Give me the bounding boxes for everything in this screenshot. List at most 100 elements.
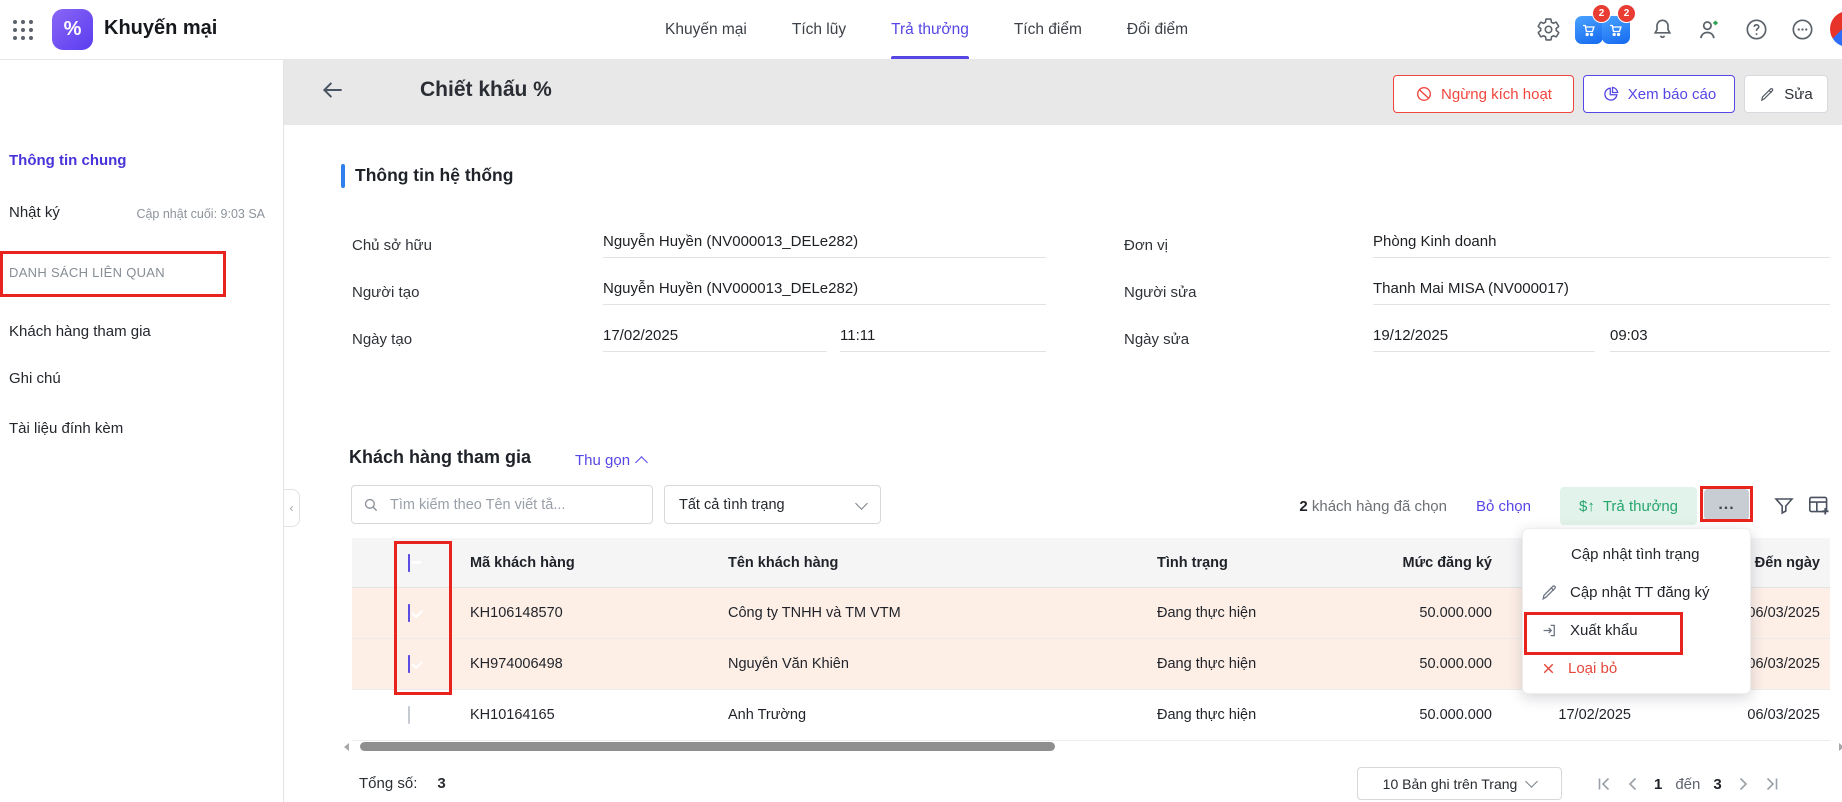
sidebar-item-attachments[interactable]: Tài liệu đính kèm: [9, 420, 123, 437]
total-value: 3: [437, 775, 445, 792]
total-row: Tổng số: 3: [359, 775, 446, 792]
row-checkbox[interactable]: [408, 604, 410, 622]
app-logo: %: [52, 9, 93, 50]
cell-status: Đang thực hiện: [1145, 707, 1330, 723]
back-arrow-icon[interactable]: [320, 77, 346, 103]
notification-bell-icon[interactable]: [1650, 17, 1676, 43]
ban-icon: [1415, 85, 1433, 103]
owner-value: Nguyễn Huyền (NV000013_DELe282): [603, 233, 1046, 258]
modifier-label: Người sửa: [1124, 284, 1196, 301]
first-page-icon[interactable]: [1596, 776, 1612, 792]
search-input[interactable]: [388, 496, 642, 514]
pagination: 1 đến 3: [1596, 769, 1780, 799]
settings-gear-icon[interactable]: [1536, 17, 1562, 43]
menu-item-update-registration[interactable]: Cập nhật TT đăng ký: [1523, 573, 1750, 611]
total-label: Tổng số:: [359, 775, 417, 792]
menu-item-export[interactable]: Xuất khẩu: [1523, 611, 1750, 649]
next-page-icon[interactable]: [1735, 776, 1751, 792]
customer-search: [351, 485, 653, 524]
status-filter-dropdown[interactable]: Tất cả tình trạng: [664, 485, 881, 524]
menu-item-remove[interactable]: Loại bỏ: [1523, 649, 1750, 687]
modifier-value: Thanh Mai MISA (NV000017): [1373, 280, 1830, 305]
filter-funnel-icon[interactable]: [1772, 494, 1796, 518]
section-accent-bar: [341, 164, 345, 188]
cell-status: Đang thực hiện: [1145, 656, 1330, 672]
app-title: Khuyến mại: [104, 17, 217, 40]
search-icon: [362, 496, 380, 514]
table-columns-icon[interactable]: [1806, 492, 1832, 518]
sidebar: Thông tin chung Nhật ký Cập nhật cuối: 9…: [0, 60, 284, 802]
modified-date-label: Ngày sửa: [1124, 331, 1189, 348]
cell-name: Nguyễn Văn Khiên: [718, 656, 1145, 672]
dollar-up-icon: $↑: [1579, 498, 1595, 515]
cell-amount: 50.000.000: [1330, 605, 1502, 621]
creator-value: Nguyễn Huyền (NV000013_DELe282): [603, 280, 1046, 305]
add-user-icon[interactable]: [1696, 17, 1722, 43]
help-icon[interactable]: [1744, 17, 1770, 43]
pay-reward-button[interactable]: $↑ Trả thưởng: [1560, 487, 1697, 525]
page-range-to: 3: [1713, 776, 1721, 793]
select-all-checkbox[interactable]: [408, 554, 410, 572]
app-launcher-grid-icon[interactable]: [10, 17, 36, 43]
horizontal-scrollbar[interactable]: [352, 742, 1836, 751]
customers-section-title: Khách hàng tham gia: [349, 447, 531, 468]
created-date-value: 17/02/2025: [603, 327, 827, 352]
sidebar-item-customers[interactable]: Khách hàng tham gia: [9, 323, 151, 340]
unit-value: Phòng Kinh doanh: [1373, 233, 1830, 258]
tab-khuyen-mai[interactable]: Khuyến mại: [665, 0, 747, 59]
export-icon: [1540, 621, 1559, 640]
prev-page-icon[interactable]: [1625, 776, 1641, 792]
view-report-button[interactable]: Xem báo cáo: [1583, 75, 1735, 113]
scroll-left-arrow-icon[interactable]: [344, 743, 349, 751]
topbar: % Khuyến mại Khuyến mại Tích lũy Trả thư…: [0, 0, 1842, 60]
cell-name: Công ty TNHH và TM VTM: [718, 605, 1145, 621]
more-options-icon[interactable]: [1790, 17, 1816, 43]
cell-to-date: 06/03/2025: [1641, 707, 1830, 723]
row-checkbox[interactable]: [408, 655, 410, 673]
selected-count-text: 2 khách hàng đã chọn: [1299, 498, 1447, 515]
page-range-from: 1: [1654, 776, 1662, 793]
col-header-amount: Mức đăng ký: [1330, 555, 1502, 571]
pencil-icon: [1759, 86, 1776, 103]
more-actions-menu: Cập nhật tình trạng Cập nhật TT đăng ký …: [1522, 528, 1751, 694]
deselect-link[interactable]: Bỏ chọn: [1476, 498, 1531, 515]
chevron-down-icon: [1525, 775, 1538, 788]
tab-tich-diem[interactable]: Tích điểm: [1014, 0, 1082, 59]
page-size-select[interactable]: 10 Bản ghi trên Trang: [1357, 767, 1562, 800]
page-range-separator: đến: [1675, 776, 1700, 793]
sidebar-section-related: DANH SÁCH LIÊN QUAN: [9, 265, 165, 280]
logo-percent-glyph: %: [64, 18, 82, 41]
sidebar-collapse-handle[interactable]: ‹: [284, 489, 300, 527]
creator-label: Người tạo: [352, 284, 419, 301]
last-page-icon[interactable]: [1764, 776, 1780, 792]
menu-item-update-status[interactable]: Cập nhật tình trạng: [1523, 535, 1750, 573]
more-actions-button[interactable]: ...: [1704, 489, 1749, 520]
sidebar-item-notes[interactable]: Ghi chú: [9, 370, 61, 387]
cell-amount: 50.000.000: [1330, 707, 1502, 723]
tab-tich-luy[interactable]: Tích lũy: [792, 0, 846, 59]
user-avatar[interactable]: [1830, 11, 1842, 47]
edit-button[interactable]: Sửa: [1744, 75, 1828, 113]
selected-count-number: 2: [1299, 498, 1307, 515]
row-checkbox[interactable]: [408, 706, 410, 724]
page-title: Chiết khấu %: [420, 78, 552, 102]
scrollbar-thumb[interactable]: [360, 742, 1055, 751]
sidebar-item-journal[interactable]: Nhật ký: [9, 204, 60, 221]
cell-code: KH106148570: [460, 605, 718, 621]
tab-tra-thuong[interactable]: Trả thưởng: [891, 0, 969, 59]
created-date-label: Ngày tạo: [352, 331, 412, 348]
pencil-icon: [1540, 583, 1559, 602]
cell-code: KH10164165: [460, 707, 718, 723]
cart-badge-1: 2: [1592, 4, 1611, 23]
unit-label: Đơn vị: [1124, 237, 1168, 254]
collapse-link[interactable]: Thu gọn: [575, 452, 646, 469]
deactivate-button[interactable]: Ngừng kích hoạt: [1393, 75, 1574, 113]
chevron-down-icon: [855, 497, 868, 510]
cell-name: Anh Trường: [718, 707, 1145, 723]
table-row[interactable]: KH10164165 Anh Trường Đang thực hiện 50.…: [352, 690, 1830, 741]
created-time-value: 11:11: [840, 327, 1046, 352]
tab-doi-diem[interactable]: Đổi điểm: [1127, 0, 1188, 59]
x-icon: [1540, 660, 1557, 677]
journal-last-updated: Cập nhật cuối: 9:03 SA: [136, 207, 265, 221]
sidebar-item-general-info[interactable]: Thông tin chung: [9, 152, 126, 169]
